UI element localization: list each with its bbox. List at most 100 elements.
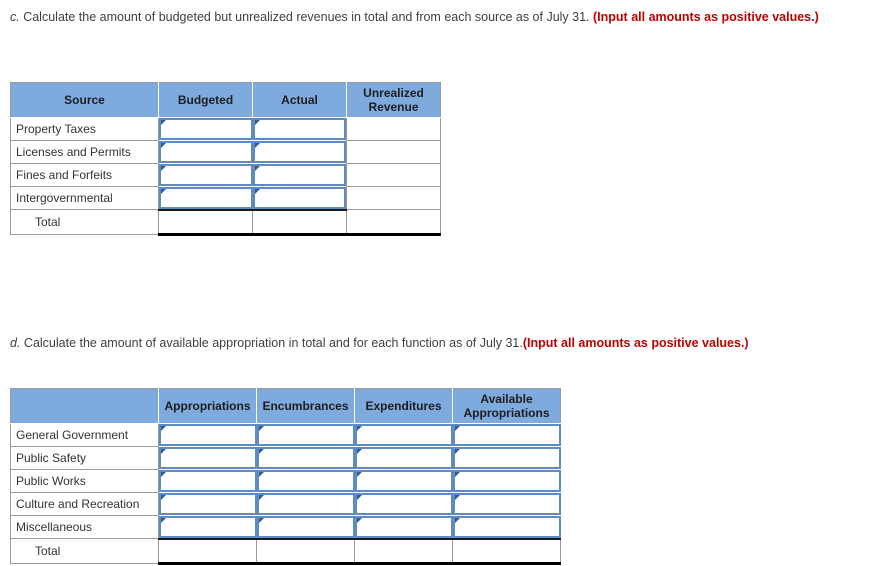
- input-box[interactable]: [256, 470, 355, 492]
- input-box[interactable]: [256, 515, 355, 538]
- cell-appropriations-culture-and-recreation[interactable]: [158, 492, 257, 516]
- cell-available-public-works[interactable]: [452, 469, 561, 493]
- cell-actual-fines-and-forfeits[interactable]: [252, 163, 347, 187]
- row-label-licenses-and-permits: Licenses and Permits: [10, 140, 159, 164]
- row-label-total: Total: [10, 209, 159, 235]
- row-label-public-works: Public Works: [10, 469, 159, 493]
- input-appropriations-culture-and-recreation[interactable]: [161, 495, 255, 513]
- cell-appropriations-public-works[interactable]: [158, 469, 257, 493]
- input-encumbrances-culture-and-recreation[interactable]: [258, 495, 353, 513]
- cell-budgeted-intergovernmental[interactable]: [158, 186, 253, 211]
- input-budgeted-intergovernmental[interactable]: [161, 188, 251, 207]
- input-expenditures-public-safety[interactable]: [356, 449, 451, 467]
- row-label-total: Total: [10, 538, 159, 564]
- input-encumbrances-general-government[interactable]: [258, 426, 353, 445]
- input-encumbrances-miscellaneous[interactable]: [258, 517, 353, 536]
- cell-available-culture-and-recreation[interactable]: [452, 492, 561, 516]
- cell-expenditures-public-safety[interactable]: [354, 446, 453, 470]
- cell-appropriations-miscellaneous[interactable]: [158, 515, 257, 540]
- cell-encumbrances-culture-and-recreation[interactable]: [256, 492, 355, 516]
- cell-appropriations-public-safety[interactable]: [158, 446, 257, 470]
- available-appropriations-table: Appropriations Encumbrances Expenditures…: [10, 388, 561, 565]
- input-appropriations-public-works[interactable]: [161, 472, 255, 490]
- input-actual-fines-and-forfeits[interactable]: [254, 166, 344, 184]
- input-actual-licenses-and-permits[interactable]: [254, 143, 344, 161]
- input-box[interactable]: [159, 424, 257, 447]
- cell-expenditures-miscellaneous[interactable]: [354, 515, 453, 540]
- cell-encumbrances-miscellaneous[interactable]: [256, 515, 355, 540]
- input-expenditures-culture-and-recreation[interactable]: [356, 495, 451, 513]
- cell-encumbrances-general-government[interactable]: [256, 423, 355, 447]
- input-box[interactable]: [354, 447, 453, 469]
- input-box[interactable]: [159, 141, 253, 163]
- input-box[interactable]: [256, 447, 355, 469]
- input-box[interactable]: [159, 493, 257, 515]
- cell-budgeted-licenses-and-permits[interactable]: [158, 140, 253, 164]
- cell-appropriations-general-government[interactable]: [158, 423, 257, 447]
- input-appropriations-public-safety[interactable]: [161, 449, 255, 467]
- cell-expenditures-general-government[interactable]: [354, 423, 453, 447]
- cell-budgeted-fines-and-forfeits[interactable]: [158, 163, 253, 187]
- cell-actual-property-taxes[interactable]: [252, 117, 347, 141]
- input-available-general-government[interactable]: [454, 426, 559, 445]
- input-box[interactable]: [159, 447, 257, 469]
- input-box[interactable]: [354, 515, 453, 538]
- cell-actual-licenses-and-permits[interactable]: [252, 140, 347, 164]
- input-box[interactable]: [452, 424, 561, 447]
- input-encumbrances-public-safety[interactable]: [258, 449, 353, 467]
- input-box[interactable]: [452, 515, 561, 538]
- input-available-public-safety[interactable]: [454, 449, 559, 467]
- input-box[interactable]: [159, 186, 253, 209]
- input-actual-property-taxes[interactable]: [254, 120, 344, 139]
- cell-available-public-safety[interactable]: [452, 446, 561, 470]
- input-available-miscellaneous[interactable]: [454, 517, 559, 536]
- input-box[interactable]: [252, 186, 346, 209]
- input-box[interactable]: [256, 424, 355, 447]
- cell-available-general-government[interactable]: [452, 423, 561, 447]
- input-budgeted-property-taxes[interactable]: [161, 120, 251, 139]
- input-box[interactable]: [159, 515, 257, 538]
- input-box[interactable]: [159, 118, 253, 141]
- input-box[interactable]: [452, 493, 561, 515]
- cell-expenditures-public-works[interactable]: [354, 469, 453, 493]
- input-box[interactable]: [354, 424, 453, 447]
- cell-encumbrances-public-works[interactable]: [256, 469, 355, 493]
- question-c-prompt: c. Calculate the amount of budgeted but …: [10, 8, 870, 27]
- input-expenditures-miscellaneous[interactable]: [356, 517, 451, 536]
- row-label-culture-and-recreation: Culture and Recreation: [10, 492, 159, 516]
- input-budgeted-licenses-and-permits[interactable]: [161, 143, 251, 161]
- question-d-prompt: d. Calculate the amount of available app…: [10, 334, 885, 353]
- column-header-expenditures: Expenditures: [354, 388, 453, 424]
- input-budgeted-fines-and-forfeits[interactable]: [161, 166, 251, 184]
- input-box[interactable]: [354, 493, 453, 515]
- budgeted-unrealized-revenues-table: Source Budgeted Actual Unrealized Revenu…: [10, 82, 441, 236]
- input-available-public-works[interactable]: [454, 472, 559, 490]
- cell-expenditures-culture-and-recreation[interactable]: [354, 492, 453, 516]
- input-box[interactable]: [256, 493, 355, 515]
- cell-encumbrances-public-safety[interactable]: [256, 446, 355, 470]
- column-header-source: Source: [10, 82, 159, 118]
- input-box[interactable]: [159, 470, 257, 492]
- input-expenditures-public-works[interactable]: [356, 472, 451, 490]
- cell-total-available: [452, 538, 561, 565]
- input-encumbrances-public-works[interactable]: [258, 472, 353, 490]
- input-appropriations-general-government[interactable]: [161, 426, 255, 445]
- cell-budgeted-property-taxes[interactable]: [158, 117, 253, 141]
- cell-actual-intergovernmental[interactable]: [252, 186, 347, 211]
- input-box[interactable]: [252, 164, 346, 186]
- input-box[interactable]: [252, 118, 346, 141]
- input-box[interactable]: [159, 164, 253, 186]
- input-actual-intergovernmental[interactable]: [254, 188, 344, 207]
- input-box[interactable]: [452, 470, 561, 492]
- input-box[interactable]: [354, 470, 453, 492]
- table-total-row: Total: [10, 538, 561, 565]
- input-expenditures-general-government[interactable]: [356, 426, 451, 445]
- row-label-general-government: General Government: [10, 423, 159, 447]
- cell-available-miscellaneous[interactable]: [452, 515, 561, 540]
- input-appropriations-miscellaneous[interactable]: [161, 517, 255, 536]
- cell-unrealized-property-taxes: [346, 117, 441, 141]
- cell-total-budgeted: [158, 209, 253, 236]
- input-available-culture-and-recreation[interactable]: [454, 495, 559, 513]
- input-box[interactable]: [452, 447, 561, 469]
- input-box[interactable]: [252, 141, 346, 163]
